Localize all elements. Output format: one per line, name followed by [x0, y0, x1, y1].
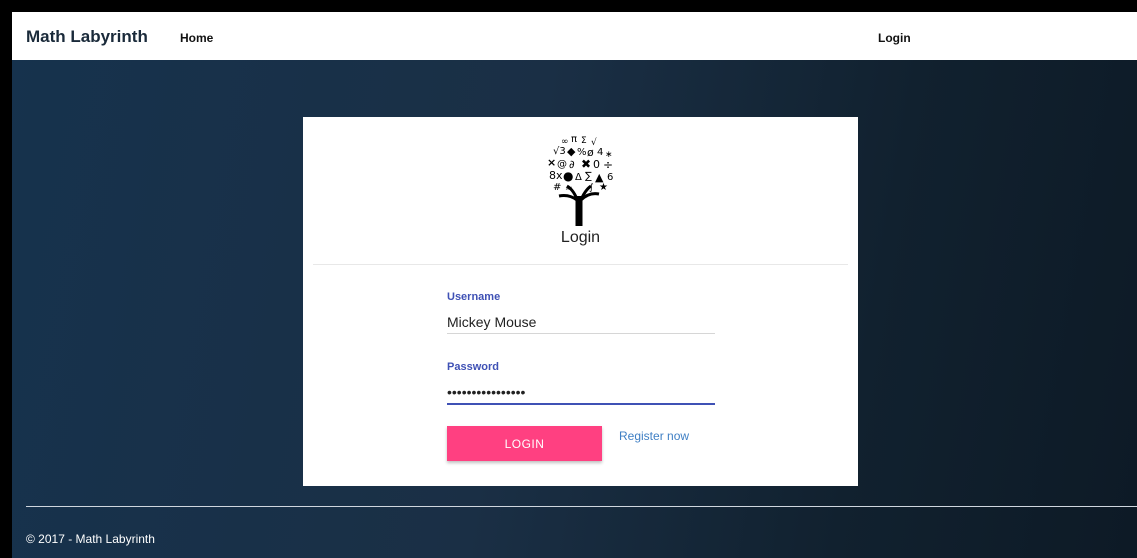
svg-text:✖: ✖ — [581, 157, 591, 171]
svg-text:Δ: Δ — [575, 172, 582, 183]
username-field[interactable] — [447, 311, 715, 334]
svg-text:4: 4 — [597, 147, 603, 158]
nav-home-link[interactable]: Home — [180, 31, 213, 45]
svg-text:π: π — [571, 134, 577, 145]
footer-divider — [26, 506, 1137, 507]
nav-login-link[interactable]: Login — [878, 31, 911, 45]
navbar: Math Labyrinth Home Login — [12, 12, 1137, 60]
svg-text:∑: ∑ — [585, 171, 592, 182]
svg-text:◆: ◆ — [567, 145, 576, 158]
svg-text:●: ● — [563, 169, 573, 183]
svg-text:★: ★ — [599, 182, 608, 193]
svg-text:Σ: Σ — [581, 136, 587, 146]
svg-text:≈: ≈ — [565, 184, 573, 194]
card-title: Login — [560, 229, 601, 246]
math-symbols-tree-icon: ∞ π Σ √ √3 ◆ % ø 4 ∗ × @ ∂ ✖ 0 ÷ 8x ● Δ … — [547, 134, 613, 226]
password-field[interactable] — [447, 381, 715, 405]
login-button[interactable]: LOGIN — [447, 426, 602, 461]
svg-text:0: 0 — [593, 158, 600, 171]
svg-text:#: # — [553, 182, 561, 193]
card-divider — [313, 264, 848, 265]
username-label: Username — [447, 291, 501, 303]
page: Math Labyrinth Home Login ∞ π Σ √ √3 ◆ %… — [12, 12, 1137, 558]
login-card: ∞ π Σ √ √3 ◆ % ø 4 ∗ × @ ∂ ✖ 0 ÷ 8x ● Δ … — [303, 117, 858, 486]
window-frame: Math Labyrinth Home Login ∞ π Σ √ √3 ◆ %… — [0, 0, 1137, 558]
svg-text:8x: 8x — [549, 169, 563, 182]
svg-text:∫: ∫ — [589, 183, 594, 193]
brand-link[interactable]: Math Labyrinth — [26, 27, 148, 47]
password-label: Password — [447, 361, 499, 373]
svg-text:×: × — [547, 156, 556, 169]
register-link[interactable]: Register now — [619, 429, 689, 443]
footer-copyright: © 2017 - Math Labyrinth — [26, 532, 155, 546]
svg-text:÷: ÷ — [603, 158, 613, 172]
